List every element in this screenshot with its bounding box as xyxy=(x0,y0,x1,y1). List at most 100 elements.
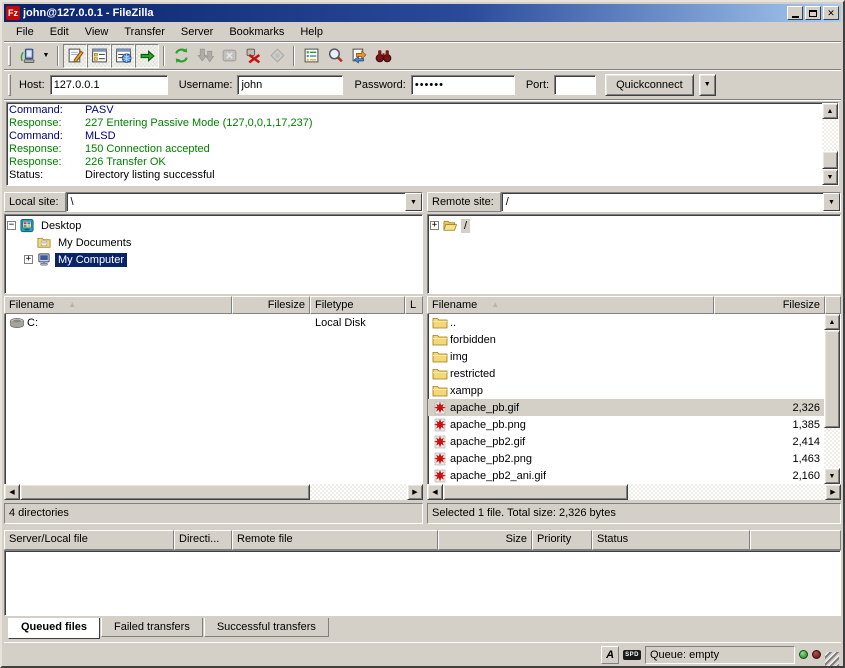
remote-file-row[interactable]: apache_pb2.png 1,463 xyxy=(428,450,824,467)
local-site-value[interactable]: \ xyxy=(67,193,405,211)
column-header-remote-file[interactable]: Remote file xyxy=(232,530,438,550)
scroll-left-button[interactable]: ◀ xyxy=(427,484,443,500)
remote-site-bar: Remote site: / ▼ xyxy=(427,192,841,212)
toggle-local-tree-button[interactable] xyxy=(87,44,111,68)
refresh-button[interactable] xyxy=(169,44,193,68)
remote-file-row[interactable]: xampp xyxy=(428,382,824,399)
remote-vertical-scrollbar[interactable]: ▲ ▼ xyxy=(824,314,840,484)
toggle-transfer-queue-button[interactable] xyxy=(135,44,159,68)
column-header-filetype[interactable]: Filetype xyxy=(310,296,405,314)
disconnect-button[interactable] xyxy=(241,44,265,68)
remote-file-row[interactable]: apache_pb2_ani.gif 2,160 xyxy=(428,467,824,484)
scrollbar-thumb[interactable] xyxy=(443,484,628,500)
remote-file-row[interactable]: restricted xyxy=(428,365,824,382)
column-header-size[interactable]: Size xyxy=(438,530,532,550)
scroll-down-icon: ▼ xyxy=(829,473,836,480)
scroll-down-button[interactable]: ▼ xyxy=(822,169,838,185)
scrollbar-thumb[interactable] xyxy=(824,330,840,428)
reconnect-button[interactable] xyxy=(265,44,289,68)
queue-list[interactable] xyxy=(4,550,841,616)
quickconnect-button[interactable]: Quickconnect xyxy=(605,74,694,96)
menu-server[interactable]: Server xyxy=(173,24,221,40)
remote-file-row[interactable]: img xyxy=(428,348,824,365)
site-manager-button[interactable] xyxy=(15,44,39,68)
tree-row-my-documents[interactable]: + My Documents xyxy=(24,234,422,251)
tab-failed-transfers[interactable]: Failed transfers xyxy=(101,618,203,637)
directory-filters-button[interactable] xyxy=(299,44,323,68)
site-manager-dropdown[interactable]: ▼ xyxy=(39,44,53,68)
scroll-left-icon: ◀ xyxy=(9,489,14,496)
tab-successful-transfers[interactable]: Successful transfers xyxy=(204,618,329,637)
local-horizontal-scrollbar[interactable]: ◀ ▶ xyxy=(4,484,423,500)
port-input[interactable] xyxy=(554,75,596,95)
directory-comparison-button[interactable] xyxy=(323,44,347,68)
column-header-filename[interactable]: Filename▲ xyxy=(427,296,714,314)
password-input[interactable] xyxy=(411,75,515,95)
transfer-type-indicator[interactable]: A xyxy=(601,646,619,664)
scroll-down-button[interactable]: ▼ xyxy=(824,468,840,484)
scroll-right-button[interactable]: ▶ xyxy=(407,484,423,500)
log-vertical-scrollbar[interactable]: ▲ ▼ xyxy=(822,103,838,185)
menu-help[interactable]: Help xyxy=(292,24,331,40)
tree-label-root[interactable]: / xyxy=(461,219,470,233)
toggle-message-log-button[interactable] xyxy=(63,44,87,68)
toggle-remote-tree-button[interactable] xyxy=(111,44,135,68)
scroll-up-button[interactable]: ▲ xyxy=(822,103,838,119)
speed-limit-indicator[interactable]: SPD xyxy=(623,650,641,660)
remote-site-dropdown[interactable]: ▼ xyxy=(823,193,840,211)
local-site-combo[interactable]: \ ▼ xyxy=(66,192,423,212)
column-header-last-modified[interactable]: L xyxy=(405,296,423,314)
remote-file-row[interactable]: .. xyxy=(428,314,824,331)
find-files-button[interactable] xyxy=(371,44,395,68)
toolbar-grip[interactable] xyxy=(8,46,11,66)
expand-icon[interactable]: + xyxy=(430,221,439,230)
host-input[interactable] xyxy=(50,75,168,95)
column-header-status[interactable]: Status xyxy=(592,530,750,550)
tree-label-desktop[interactable]: Desktop xyxy=(38,219,84,233)
username-input[interactable] xyxy=(237,75,343,95)
quickconnect-grip[interactable] xyxy=(8,74,11,96)
menu-transfer[interactable]: Transfer xyxy=(116,24,173,40)
synchronized-browsing-button[interactable] xyxy=(347,44,371,68)
scrollbar-thumb[interactable] xyxy=(822,151,838,169)
minimize-button[interactable] xyxy=(787,6,803,20)
remote-file-row[interactable]: apache_pb.png 1,385 xyxy=(428,416,824,433)
remote-horizontal-scrollbar[interactable]: ◀ ▶ xyxy=(427,484,841,500)
column-header-priority[interactable]: Priority xyxy=(532,530,592,550)
column-header-filesize[interactable]: Filesize xyxy=(714,296,825,314)
tab-queued-files[interactable]: Queued files xyxy=(8,618,100,639)
scroll-right-button[interactable]: ▶ xyxy=(825,484,841,500)
remote-site-value[interactable]: / xyxy=(502,193,823,211)
tree-row-desktop[interactable]: − Desktop xyxy=(7,217,422,234)
close-button[interactable]: ✕ xyxy=(823,6,839,20)
tree-label-my-computer[interactable]: My Computer xyxy=(55,253,127,267)
tree-row-my-computer[interactable]: + My Computer xyxy=(24,251,422,268)
tree-label-my-documents[interactable]: My Documents xyxy=(55,236,134,250)
column-header-filename[interactable]: Filename▲ xyxy=(4,296,232,314)
menu-edit[interactable]: Edit xyxy=(42,24,77,40)
scroll-left-button[interactable]: ◀ xyxy=(4,484,20,500)
scrollbar-thumb[interactable] xyxy=(20,484,310,500)
scroll-up-button[interactable]: ▲ xyxy=(824,314,840,330)
column-header-direction[interactable]: Directi... xyxy=(174,530,232,550)
menu-bookmarks[interactable]: Bookmarks xyxy=(221,24,292,40)
local-site-dropdown[interactable]: ▼ xyxy=(405,193,422,211)
resize-grip[interactable] xyxy=(825,652,839,666)
collapse-icon[interactable]: − xyxy=(7,221,16,230)
menu-view[interactable]: View xyxy=(77,24,117,40)
remote-file-row[interactable]: apache_pb2.gif 2,414 xyxy=(428,433,824,450)
local-file-row[interactable]: C: Local Disk xyxy=(5,314,422,331)
expand-icon[interactable]: + xyxy=(24,255,33,264)
tree-row-root[interactable]: + / xyxy=(430,217,840,234)
menu-file[interactable]: File xyxy=(8,24,42,40)
maximize-button[interactable] xyxy=(805,6,821,20)
remote-file-row-selected[interactable]: apache_pb.gif 2,326 xyxy=(428,399,824,416)
cancel-operation-button[interactable] xyxy=(217,44,241,68)
column-header-server-local-file[interactable]: Server/Local file xyxy=(4,530,174,550)
remote-file-row[interactable]: forbidden xyxy=(428,331,824,348)
column-header-filesize[interactable]: Filesize xyxy=(232,296,310,314)
titlebar[interactable]: Fz john@127.0.0.1 - FileZilla ✕ xyxy=(4,4,841,22)
remote-site-combo[interactable]: / ▼ xyxy=(501,192,841,212)
quickconnect-dropdown[interactable]: ▼ xyxy=(699,74,716,96)
process-queue-button[interactable] xyxy=(193,44,217,68)
